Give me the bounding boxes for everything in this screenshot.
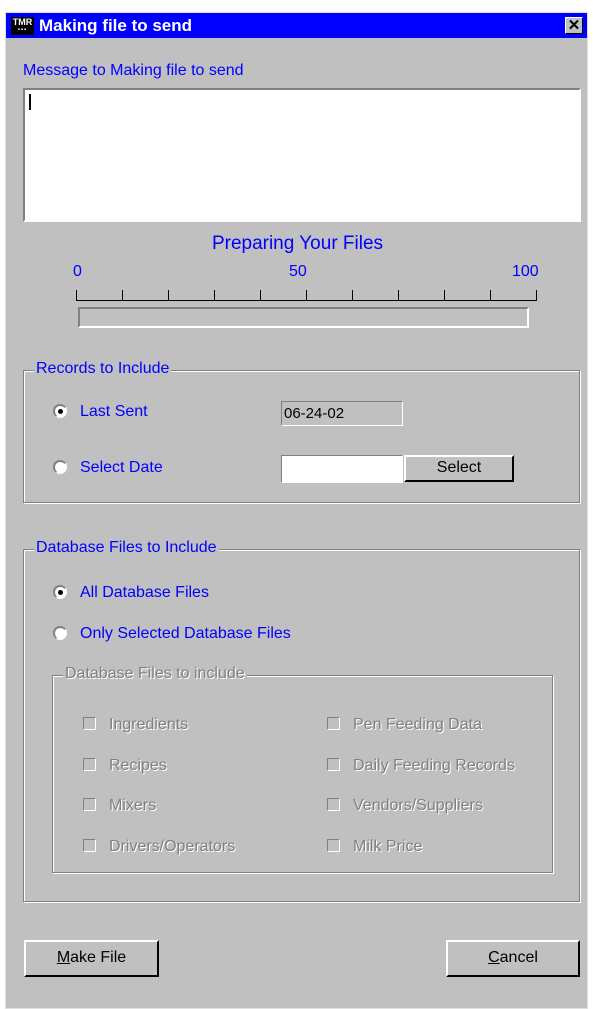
progress-scale-tick xyxy=(398,290,399,301)
make-file-button[interactable]: Make File xyxy=(24,940,159,977)
database-group: Database Files to Include All Database F… xyxy=(23,539,580,902)
checkbox-milk-price-label: Milk Price xyxy=(353,838,423,855)
progress-scale-tick xyxy=(444,290,445,301)
checkbox-daily-feeding-records-box[interactable] xyxy=(327,758,340,771)
progress-tick-min: 0 xyxy=(73,263,82,280)
checkbox-drivers-operators-label: Drivers/Operators xyxy=(109,838,236,855)
progress-tick-max: 100 xyxy=(512,263,539,280)
checkbox-recipes-label: Recipes xyxy=(109,757,167,774)
progress-scale-tick xyxy=(306,290,307,301)
radio-select-date-label: Select Date xyxy=(80,459,163,476)
records-group: Records to Include Last Sent 06-24-02 Se… xyxy=(23,360,580,503)
checkbox-pen-feeding-data-label: Pen Feeding Data xyxy=(353,716,482,733)
records-group-title: Records to Include xyxy=(34,360,172,378)
checkbox-drivers-operators-box[interactable] xyxy=(83,839,96,852)
progress-scale-tick xyxy=(352,290,353,301)
radio-only-selected-indicator[interactable] xyxy=(53,626,67,640)
progress-scale-tick xyxy=(490,290,491,301)
checkbox-recipes-box[interactable] xyxy=(83,758,96,771)
window-title: Making file to send xyxy=(39,16,193,35)
radio-only-selected-label: Only Selected Database Files xyxy=(80,625,291,642)
app-icon[interactable]: TMR ▪▪▪ xyxy=(11,17,34,35)
cancel-label: ancel xyxy=(499,949,538,966)
progress-scale-tick xyxy=(76,290,77,301)
close-icon[interactable]: ✕ xyxy=(565,17,583,34)
last-sent-date-field: 06-24-02 xyxy=(281,401,403,426)
checkbox-vendors-suppliers-box[interactable] xyxy=(327,798,340,811)
checkbox-pen-feeding-data-box[interactable] xyxy=(327,717,340,730)
select-date-button[interactable]: Select xyxy=(404,455,514,482)
checkbox-ingredients-box[interactable] xyxy=(83,717,96,730)
checkbox-daily-feeding-records-label: Daily Feeding Records xyxy=(353,757,515,774)
radio-select-date-indicator[interactable] xyxy=(53,460,67,474)
progress-scale xyxy=(76,286,537,306)
checkbox-mixers-box[interactable] xyxy=(83,798,96,811)
select-date-input[interactable] xyxy=(281,455,403,483)
progress-scale-tick xyxy=(214,290,215,301)
checkbox-ingredients-label: Ingredients xyxy=(109,716,189,733)
make-file-mnemonic: M xyxy=(56,949,71,966)
cancel-mnemonic: C xyxy=(488,949,500,966)
database-files-subgroup: Database Files to include Ingredients Re… xyxy=(52,665,553,873)
database-group-title: Database Files to Include xyxy=(34,539,219,557)
progress-scale-tick xyxy=(122,290,123,301)
progress-tick-mid: 50 xyxy=(289,263,307,280)
radio-last-sent-indicator[interactable] xyxy=(53,404,67,418)
progress-bar xyxy=(78,307,529,328)
message-label: Message to Making file to send xyxy=(23,62,244,79)
make-file-label: ake File xyxy=(70,949,127,966)
dialog-window: TMR ▪▪▪ Making file to send ✕ Message to… xyxy=(5,12,588,1009)
progress-scale-tick xyxy=(260,290,261,301)
radio-all-label: All Database Files xyxy=(80,584,209,601)
cancel-button[interactable]: Cancel xyxy=(446,940,580,977)
progress-scale-tick xyxy=(168,290,169,301)
message-textarea[interactable] xyxy=(23,88,581,222)
radio-last-sent-label: Last Sent xyxy=(80,403,148,420)
title-bar[interactable]: TMR ▪▪▪ Making file to send ✕ xyxy=(6,13,587,38)
radio-all-indicator[interactable] xyxy=(53,585,67,599)
app-icon-text: TMR xyxy=(12,17,33,27)
app-icon-subtext: ▪▪▪ xyxy=(17,27,28,33)
text-caret xyxy=(29,94,31,110)
checkbox-mixers-label: Mixers xyxy=(109,797,157,814)
progress-scale-tick xyxy=(536,290,537,301)
database-files-subgroup-title: Database Files to include xyxy=(63,665,247,683)
progress-title: Preparing Your Files xyxy=(211,233,384,254)
checkbox-milk-price-box[interactable] xyxy=(327,839,340,852)
checkbox-vendors-suppliers-label: Vendors/Suppliers xyxy=(353,797,483,814)
